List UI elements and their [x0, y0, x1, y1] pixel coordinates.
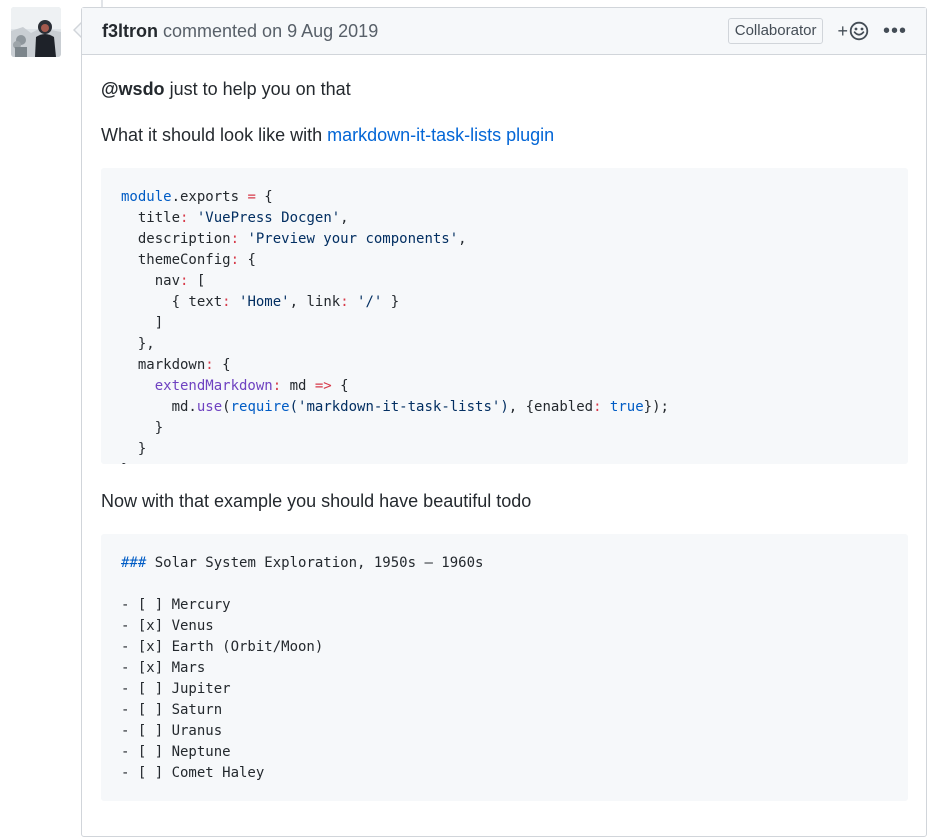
code-token: } [121, 420, 164, 436]
code-token: themeConfig [121, 252, 231, 268]
code-token: }); [643, 399, 669, 415]
code-token: ### [121, 555, 147, 571]
code-token: , link [289, 294, 341, 310]
avatar[interactable] [11, 7, 61, 57]
user-mention[interactable]: @wsdo [101, 79, 165, 99]
comment-body: @wsdo just to help you on that What it s… [82, 76, 926, 801]
todo-line: - [ ] Saturn [121, 702, 223, 718]
code-token: 'VuePress Docgen' [188, 210, 341, 226]
todo-line: - [ ] Jupiter [121, 681, 231, 697]
code-token: 'Preview your components' [239, 231, 459, 247]
code-token: require [230, 399, 290, 415]
add-reaction-button[interactable]: + [837, 21, 869, 42]
code-token: markdown [121, 357, 206, 373]
code-token: description [121, 231, 231, 247]
code-token: .exports [171, 189, 248, 205]
todo-line: - [x] Earth (Orbit/Moon) [121, 639, 324, 655]
code-token: : [272, 378, 282, 394]
plus-label: + [837, 20, 848, 41]
code-token: ] [121, 315, 164, 331]
code-token: } [382, 294, 400, 310]
collaborator-badge: Collaborator [727, 18, 824, 44]
code-token: module [121, 189, 172, 205]
paragraph-1-text: just to help you on that [164, 79, 351, 99]
todo-line: - [x] Venus [121, 618, 214, 634]
code-token: ( [222, 399, 231, 415]
code-token: : [340, 294, 349, 310]
code-token: md [281, 378, 315, 394]
code-token: : [593, 399, 602, 415]
code-token: nav [121, 273, 181, 289]
code-token: : [230, 252, 240, 268]
code-token: : [230, 231, 240, 247]
code-token: } [121, 462, 129, 464]
comment-action: commented on [163, 20, 283, 41]
todo-line: - [ ] Neptune [121, 744, 231, 760]
paragraph-2-text: What it should look like with [101, 125, 328, 145]
todo-line: - [x] Mars [121, 660, 206, 676]
comment-date[interactable]: 9 Aug 2019 [287, 21, 378, 42]
code-token: title [121, 210, 181, 226]
code-token: true [601, 399, 644, 415]
comment-header: f3ltron commented on 9 Aug 2019 Collabor… [82, 8, 926, 55]
comment-box: f3ltron commented on 9 Aug 2019 Collabor… [81, 7, 927, 837]
paragraph-todo: Now with that example you should have be… [101, 491, 532, 511]
code-token: [ [188, 273, 206, 289]
code-token: , {enabled [508, 399, 594, 415]
code-token: }, [121, 336, 155, 352]
code-token: extendMarkdown [121, 378, 273, 394]
avatar-image [11, 7, 61, 57]
plugin-link[interactable]: markdown-it-task-lists plugin [327, 125, 554, 145]
author-link[interactable]: f3ltron [102, 21, 158, 42]
code-token: md. [121, 399, 197, 415]
code-token: '/' [348, 294, 383, 310]
code-token: = [247, 189, 256, 205]
code-token: { text [121, 294, 223, 310]
code-token: 'Home' [230, 294, 290, 310]
kebab-menu-icon[interactable]: ••• [883, 20, 907, 43]
code-token: : [222, 294, 231, 310]
code-block-markdown: ### Solar System Exploration, 1950s – 19… [101, 534, 908, 801]
code-token: { [331, 378, 349, 394]
timeline-connector [101, 0, 103, 7]
code-token: use [196, 399, 223, 415]
code-token: Solar System Exploration, 1950s – 1960s [146, 555, 484, 571]
code-token: { [255, 189, 273, 205]
code-token: => [314, 378, 332, 394]
header-actions: Collaborator + ••• [727, 18, 907, 44]
code-block-config: module.exports = { title: 'VuePress Docg… [101, 168, 908, 464]
todo-line: - [ ] Mercury [121, 597, 231, 613]
code-token: { [239, 252, 256, 268]
todo-line: - [ ] Comet Haley [121, 765, 265, 781]
smiley-icon [849, 21, 869, 41]
code-token: : [205, 357, 214, 373]
code-token: ('markdown-it-task-lists') [289, 399, 509, 415]
code-token: } [121, 441, 147, 457]
paragraph-mention: @wsdo just to help you on that [101, 76, 908, 102]
todo-line: - [ ] Uranus [121, 723, 223, 739]
code-token: { [213, 357, 231, 373]
paragraph-link: What it should look like with markdown-i… [101, 122, 908, 148]
